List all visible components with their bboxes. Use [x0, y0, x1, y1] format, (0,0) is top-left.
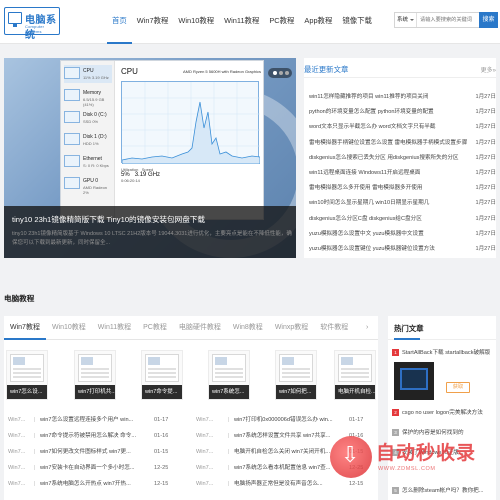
tabs-next-button[interactable]: ›: [366, 316, 378, 340]
chevron-down-icon: [410, 19, 414, 21]
list-item[interactable]: word文本只显示半截怎么办 word文档文字只有半截 1月27日: [304, 120, 496, 135]
search-scope-select[interactable]: 系统: [395, 13, 417, 27]
tutorial-tabs: Win7教程 Win10教程 Win11教程 PC教程 电脑硬件教程 Win8教…: [4, 316, 378, 340]
watermark: 自动秒收录 WWW.ZDMSL.COM: [330, 432, 500, 492]
tm-item: Ethernet S: 0 R: 0 Kbps: [64, 153, 112, 171]
cpu-utilization-graph: [121, 81, 261, 165]
recent-list: win11怎样隐藏推荐的项目 win11推荐的项目关闭 1月27日 python的…: [304, 90, 496, 257]
list-item[interactable]: win11怎样隐藏推荐的项目 win11推荐的项目关闭 1月27日: [304, 90, 496, 105]
download-icon: [330, 436, 372, 478]
list-item[interactable]: diskgenius怎么搜索已丢失分区 用diskgenius搜索所失的分区 1月…: [304, 151, 496, 166]
list-item[interactable]: yuzu模拟器怎么设置中文 yuzu模拟器中文设置 1月27日: [304, 227, 496, 242]
nav-win10[interactable]: Win10教程: [173, 0, 219, 44]
list-item[interactable]: 雷电模拟器怎么多开使用 雷电模拟器多开使用 1月27日: [304, 181, 496, 196]
nav-home[interactable]: 首页: [107, 0, 132, 44]
list-item[interactable]: win10时间怎么显示星期几 win10日期显示星期几 1月27日: [304, 196, 496, 211]
table-row[interactable]: Win7... | win7系统电脑怎么开热点 win7开热... 12-15 Win7…: [4, 476, 378, 492]
get-button[interactable]: 获取: [446, 382, 470, 393]
tutorial-list: Win7... | win7怎么设置远程连接多个用户 win... 01-17 Win7…: [4, 412, 378, 492]
main-nav: 首页 Win7教程 Win10教程 Win11教程 PC教程 App教程 镜像下…: [107, 0, 377, 44]
thumbnail-card[interactable]: win7命令提...: [141, 350, 183, 400]
hot-title: 热门文章: [394, 324, 424, 333]
thumbnail-row: win7怎么设... win7打印机共... win7命令提... win7系统…: [4, 350, 378, 402]
tm-cpu-title: CPU: [121, 67, 138, 76]
task-manager-sidebar: CPU 11% 3.19 GHz Memory 6.5/15.9 GB (41%) …: [61, 61, 115, 219]
search-scope-value: 系统: [397, 17, 409, 23]
task-manager-main: CPU AMD Ryzen 5 5600H with Radeon Graphi…: [121, 67, 261, 217]
logo-subtitle: Computer Systems: [25, 24, 45, 34]
search-button[interactable]: 搜索: [479, 12, 498, 28]
tab-win10[interactable]: Win10教程: [46, 316, 92, 340]
table-row[interactable]: Win7... | win7怎么设置远程连接多个用户 win... 01-17 Win7…: [4, 412, 378, 428]
recent-header: 最近更新文章 更多»: [304, 58, 496, 78]
tm-stats: Utilization Speed 5% 3.19 GHz 0:06:20:14: [121, 167, 161, 183]
tm-item: Disk 0 (C:) SSD 0%: [64, 109, 112, 127]
tm-item: Memory 6.5/15.9 GB (41%): [64, 87, 112, 107]
tab-software[interactable]: 软件教程: [314, 316, 354, 340]
watermark-url: WWW.ZDMSL.COM: [378, 466, 436, 472]
watermark-text: 自动秒收录: [376, 443, 477, 464]
tab-hardware[interactable]: 电脑硬件教程: [173, 316, 227, 340]
tm-item: CPU 11% 3.19 GHz: [64, 65, 112, 83]
table-row[interactable]: Win7... | win7安装卡在自动界面一个多小时怎... 12-25 Win7..…: [4, 460, 378, 476]
nav-app[interactable]: App教程: [299, 0, 337, 44]
nav-pc[interactable]: PC教程: [264, 0, 299, 44]
table-row[interactable]: Win7... | win7如何更改文件图标样式 win7更... 01-15 Win7…: [4, 444, 378, 460]
thumbnail-card[interactable]: win7怎么设...: [6, 350, 48, 400]
hot-item[interactable]: 2 csgo no user logon完美解决方法: [392, 406, 494, 420]
recent-title: 最近更新文章: [304, 65, 349, 74]
monitor-icon: [8, 12, 22, 27]
nav-image-download[interactable]: 镜像下载: [337, 0, 377, 44]
hot-header: 热门文章: [388, 316, 496, 340]
list-item[interactable]: win11远程桌面连接 Windows11开启远程桌面 1月27日: [304, 166, 496, 181]
tab-pc[interactable]: PC教程: [137, 316, 173, 340]
hot-item[interactable]: 1 StartAllBack下载 startallback破解版: [392, 346, 494, 360]
thumbnail-card[interactable]: win7打印机共...: [74, 350, 116, 400]
section-title: 电脑教程: [4, 294, 35, 303]
feature-thumbnail: [394, 362, 434, 400]
nav-win11[interactable]: Win11教程: [219, 0, 264, 44]
search-input[interactable]: [418, 13, 476, 27]
banner-title[interactable]: tiny10 23h1镜像精简版下载 Tiny10的镜像安装包网盘下载: [12, 214, 205, 225]
tm-item: GPU 0 AMD Radeon 2%: [64, 175, 112, 195]
site-logo[interactable]: 电脑系统 Computer Systems: [4, 7, 60, 41]
tab-win11[interactable]: Win11教程: [92, 316, 137, 340]
table-row[interactable]: Win7... | win7命令提示符被禁用怎么解决 命令... 01-16 Win7.…: [4, 428, 378, 444]
tutorials-panel: Win7教程 Win10教程 Win11教程 PC教程 电脑硬件教程 Win8教…: [4, 316, 378, 500]
hot-feature[interactable]: 获取: [394, 362, 494, 402]
site-header: 电脑系统 Computer Systems 首页 Win7教程 Win10教程 …: [0, 0, 500, 44]
list-item[interactable]: yuzu模拟器怎么设置键位 yuzu模拟器键位设置方法 1月27日: [304, 242, 496, 257]
tab-win8[interactable]: Win8教程: [227, 316, 269, 340]
nav-win7[interactable]: Win7教程: [132, 0, 174, 44]
task-manager-screenshot: CPU 11% 3.19 GHz Memory 6.5/15.9 GB (41%) …: [60, 60, 264, 220]
list-item[interactable]: diskgenius怎么分区C盘 diskgenius给C盘分区 1月27日: [304, 212, 496, 227]
tab-winxp[interactable]: Winxp教程: [269, 316, 314, 340]
search-box: 系统 搜索: [394, 12, 498, 28]
slider-dots[interactable]: [268, 68, 292, 78]
thumbnail-card[interactable]: 电脑开机自检...: [334, 350, 376, 400]
list-item[interactable]: python的环境变量怎么配置 python环境变量的配置 1月27日: [304, 105, 496, 120]
list-item[interactable]: 雷电模拟器手柄键位设置怎么设置 雷电模拟器手柄模式设置步骤 1月27日: [304, 136, 496, 151]
tab-win7[interactable]: Win7教程: [4, 316, 46, 340]
tm-cpu-name: AMD Ryzen 5 5600H with Radeon Graphics: [182, 69, 261, 74]
banner-description: tiny10 23h1镜像精简版基于 Windows 10 LTSC 21H2版…: [12, 231, 292, 246]
thumbnail-card[interactable]: win7系统怎...: [208, 350, 250, 400]
tm-item: Disk 1 (D:) HDD 1%: [64, 131, 112, 149]
recent-more-link[interactable]: 更多»: [481, 65, 496, 74]
thumbnail-card[interactable]: win7如何把...: [275, 350, 317, 400]
recent-articles-panel: 最近更新文章 更多» win11怎样隐藏推荐的项目 win11推荐的项目关闭 1月…: [304, 58, 496, 258]
